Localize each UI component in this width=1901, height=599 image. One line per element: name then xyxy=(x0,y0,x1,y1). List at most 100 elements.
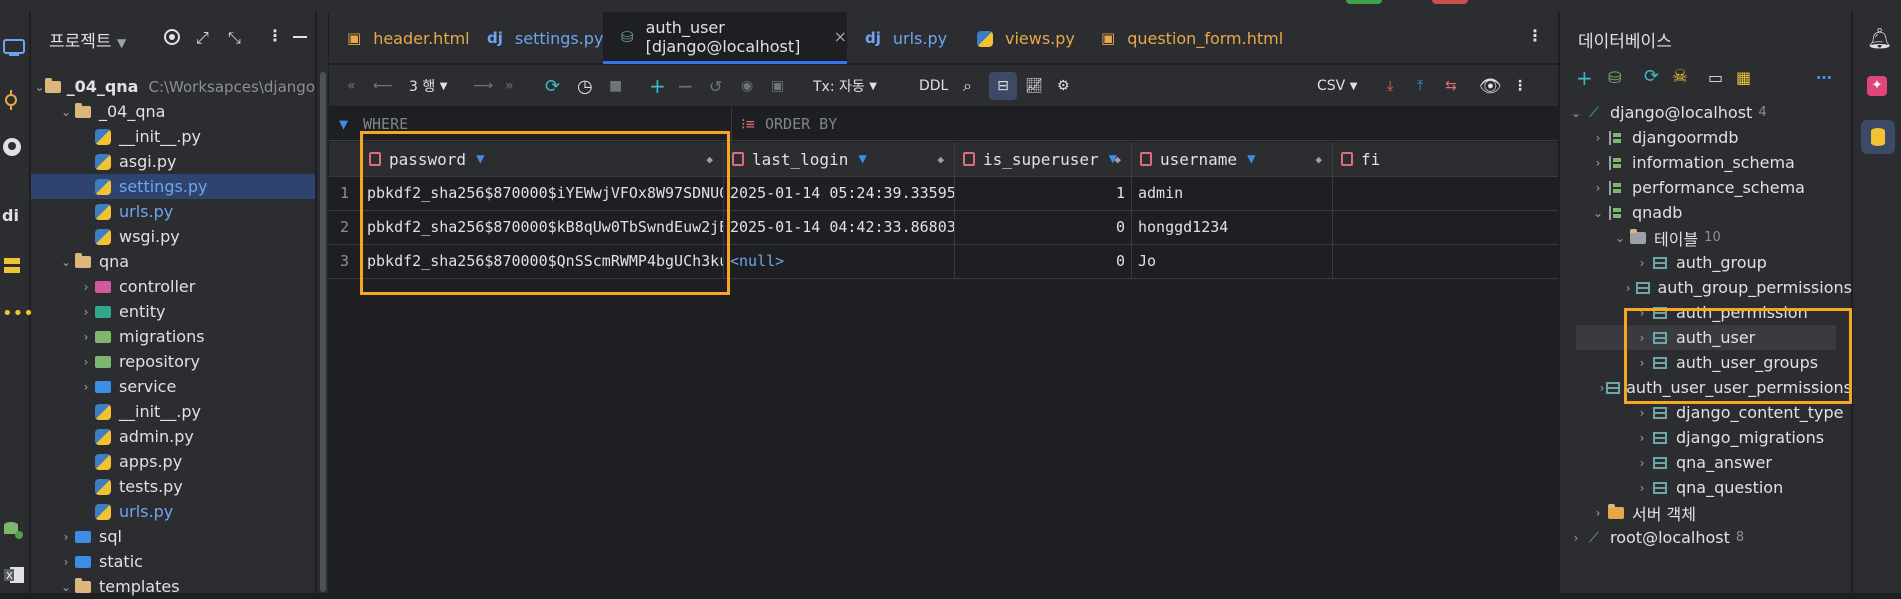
preview-icon[interactable]: ◉ xyxy=(741,65,753,107)
database-stack-icon[interactable] xyxy=(0,517,30,543)
structure-icon[interactable] xyxy=(0,252,30,278)
cell-last_login[interactable]: 2025-01-14 05:24:39.335958 xyxy=(724,176,955,210)
datasource-properties-icon[interactable]: ⛁ xyxy=(1608,68,1621,87)
stop-query-icon[interactable]: ■ xyxy=(609,65,622,107)
project-tree-item[interactable]: › entity xyxy=(31,299,315,324)
database-tree-item[interactable]: ⌄ 테이블 10 xyxy=(1560,225,1852,250)
project-tree-item[interactable]: urls.py xyxy=(31,199,315,224)
order-by-input[interactable]: ORDER BY xyxy=(765,115,1365,133)
column-header-is_superuser[interactable]: is_superuser ▼ ◆ xyxy=(955,142,1132,176)
schema-view-icon[interactable]: ▦ xyxy=(1736,68,1751,87)
cell-is_superuser[interactable]: 0 xyxy=(955,244,1132,278)
excel-icon[interactable]: X xyxy=(0,562,30,588)
cell-is_superuser[interactable]: 0 xyxy=(955,210,1132,244)
transaction-select[interactable]: Tx: 자동 ▼ xyxy=(813,65,877,107)
row-count-select[interactable]: 3 행 ▼ xyxy=(409,65,447,107)
close-icon[interactable]: × xyxy=(834,27,847,46)
column-header-fi[interactable]: fi xyxy=(1333,142,1573,176)
chevron-right-icon[interactable]: › xyxy=(1590,506,1606,520)
database-tree-item[interactable]: › 서버 객체 xyxy=(1560,500,1852,525)
editor-tab[interactable]: dj urls.py xyxy=(847,12,959,64)
upload-icon[interactable]: ⤒ xyxy=(1417,65,1423,107)
table-row[interactable]: 1 pbkdf2_sha256$870000$iYEWwjVFOx8W97SDNU… xyxy=(329,176,1573,211)
first-page-icon[interactable]: « xyxy=(347,65,356,107)
commit-icon[interactable] xyxy=(0,87,30,113)
chevron-right-icon[interactable]: › xyxy=(79,355,93,369)
console-icon[interactable]: ▭ xyxy=(1708,68,1723,87)
project-tree-item[interactable]: asgi.py xyxy=(31,149,315,174)
github-icon[interactable] xyxy=(0,134,30,160)
cell-is_superuser[interactable]: 1 xyxy=(955,176,1132,210)
delete-row-icon[interactable]: − xyxy=(677,65,694,107)
sort-icon[interactable]: ◆ xyxy=(1114,153,1121,166)
filter-toggle-icon[interactable]: ⊟ xyxy=(989,72,1017,100)
filter-icon[interactable]: ▼ xyxy=(858,151,866,167)
project-tree-item[interactable]: settings.py xyxy=(31,174,315,199)
grid-more-icon[interactable]: ⋮ xyxy=(1513,65,1527,107)
editor-tab[interactable]: ▣ header.html xyxy=(329,12,470,64)
cell-password[interactable]: pbkdf2_sha256$870000$QnSScmRWMP4bgUCh3ku… xyxy=(361,244,724,278)
sort-icon[interactable]: ◆ xyxy=(706,153,713,166)
history-icon[interactable]: ◷ xyxy=(577,65,593,107)
project-tree-item[interactable]: ⌄ _04_qna xyxy=(31,99,315,124)
project-tree-item[interactable]: ⌄ templates xyxy=(31,574,315,599)
chevron-down-icon[interactable]: ⌄ xyxy=(1568,106,1584,120)
chevron-right-icon[interactable]: › xyxy=(1634,481,1650,495)
cell-password[interactable]: pbkdf2_sha256$870000$kB8qUw0TbSwndEuw2jB… xyxy=(361,210,724,244)
project-tree-item[interactable]: › migrations xyxy=(31,324,315,349)
database-tree-item[interactable]: › qna_question xyxy=(1560,475,1852,500)
chevron-down-icon[interactable]: ⌄ xyxy=(59,105,73,119)
revert-icon[interactable]: ↺ xyxy=(709,65,722,107)
column-header-last_login[interactable]: last_login ▼ ◆ xyxy=(724,142,955,176)
database-tree-item[interactable]: ⌄ ⟋ django@localhost 4 xyxy=(1560,100,1852,125)
chevron-right-icon[interactable]: › xyxy=(1634,406,1650,420)
refresh-icon[interactable]: ⟳ xyxy=(545,65,560,107)
database-tree-item[interactable]: › ⟋ root@localhost 8 xyxy=(1560,525,1852,550)
database-tree-item[interactable]: › djangoormdb xyxy=(1560,125,1852,150)
view-icon[interactable]: 👁︎ xyxy=(1479,65,1502,107)
chevron-right-icon[interactable]: › xyxy=(79,380,93,394)
project-tree-item[interactable]: › static xyxy=(31,549,315,574)
sort-icon[interactable]: ◆ xyxy=(937,153,944,166)
cell-username[interactable]: admin xyxy=(1132,176,1333,210)
database-tree-item[interactable]: › auth_group xyxy=(1560,250,1852,275)
database-tree-item[interactable]: ⌄ qnadb xyxy=(1560,200,1852,225)
database-tree-item[interactable]: › qna_answer xyxy=(1560,450,1852,475)
project-tree-item[interactable]: __init__.py xyxy=(31,124,315,149)
cell-empty[interactable] xyxy=(1333,244,1573,278)
add-datasource-icon[interactable]: + xyxy=(1576,66,1593,90)
chevron-down-icon[interactable]: ⌄ xyxy=(59,255,73,269)
chevron-down-icon[interactable]: ⌄ xyxy=(59,580,73,594)
stop-widget[interactable] xyxy=(1432,0,1468,4)
hide-panel-icon[interactable] xyxy=(293,36,307,38)
project-tree-item[interactable]: tests.py xyxy=(31,474,315,499)
editor-tab[interactable]: views.py xyxy=(959,12,1083,64)
download-icon[interactable]: ⤓ xyxy=(1387,65,1393,107)
cell-password[interactable]: pbkdf2_sha256$870000$iYEWwjVFOx8W97SDNUO… xyxy=(361,176,724,210)
add-row-icon[interactable]: + xyxy=(649,65,666,107)
project-tree-item[interactable]: ⌄ qna xyxy=(31,249,315,274)
database-tree-item[interactable]: › auth_group_permissions xyxy=(1560,275,1852,300)
settings-grid-icon[interactable]: ⚙ xyxy=(1057,65,1070,107)
more-tools-icon[interactable]: ••• xyxy=(0,300,34,326)
chevron-down-icon[interactable]: ⌄ xyxy=(1590,206,1606,220)
project-panel-title[interactable]: 프로젝트 ▼ xyxy=(49,27,126,52)
notifications-icon[interactable]: 🔔︎ xyxy=(1867,26,1892,50)
compare-icon[interactable]: ⇆ xyxy=(1445,65,1457,107)
table-row[interactable]: 3 pbkdf2_sha256$870000$QnSScmRWMP4bgUCh3k… xyxy=(329,244,1573,279)
django-icon[interactable]: di xyxy=(0,202,30,228)
project-tool-icon[interactable] xyxy=(0,34,30,60)
database-tool-icon[interactable] xyxy=(1861,120,1895,154)
chevron-right-icon[interactable]: › xyxy=(59,530,73,544)
project-tree-item[interactable]: ⌄ _04_qna C:\Worksapces\django xyxy=(31,74,316,99)
options-menu-icon[interactable]: ⋮ xyxy=(267,26,283,45)
database-tree-item[interactable]: › django_migrations xyxy=(1560,425,1852,450)
database-tree-item[interactable]: › django_content_type xyxy=(1560,400,1852,425)
chevron-down-icon[interactable]: ▼ xyxy=(117,36,126,50)
chevron-right-icon[interactable]: › xyxy=(1590,181,1606,195)
project-tree-item[interactable]: __init__.py xyxy=(31,399,315,424)
cell-empty[interactable] xyxy=(1333,210,1573,244)
chevron-right-icon[interactable]: › xyxy=(1598,381,1606,395)
chevron-right-icon[interactable]: › xyxy=(1634,306,1650,320)
next-page-icon[interactable]: ⟶ xyxy=(473,65,493,107)
